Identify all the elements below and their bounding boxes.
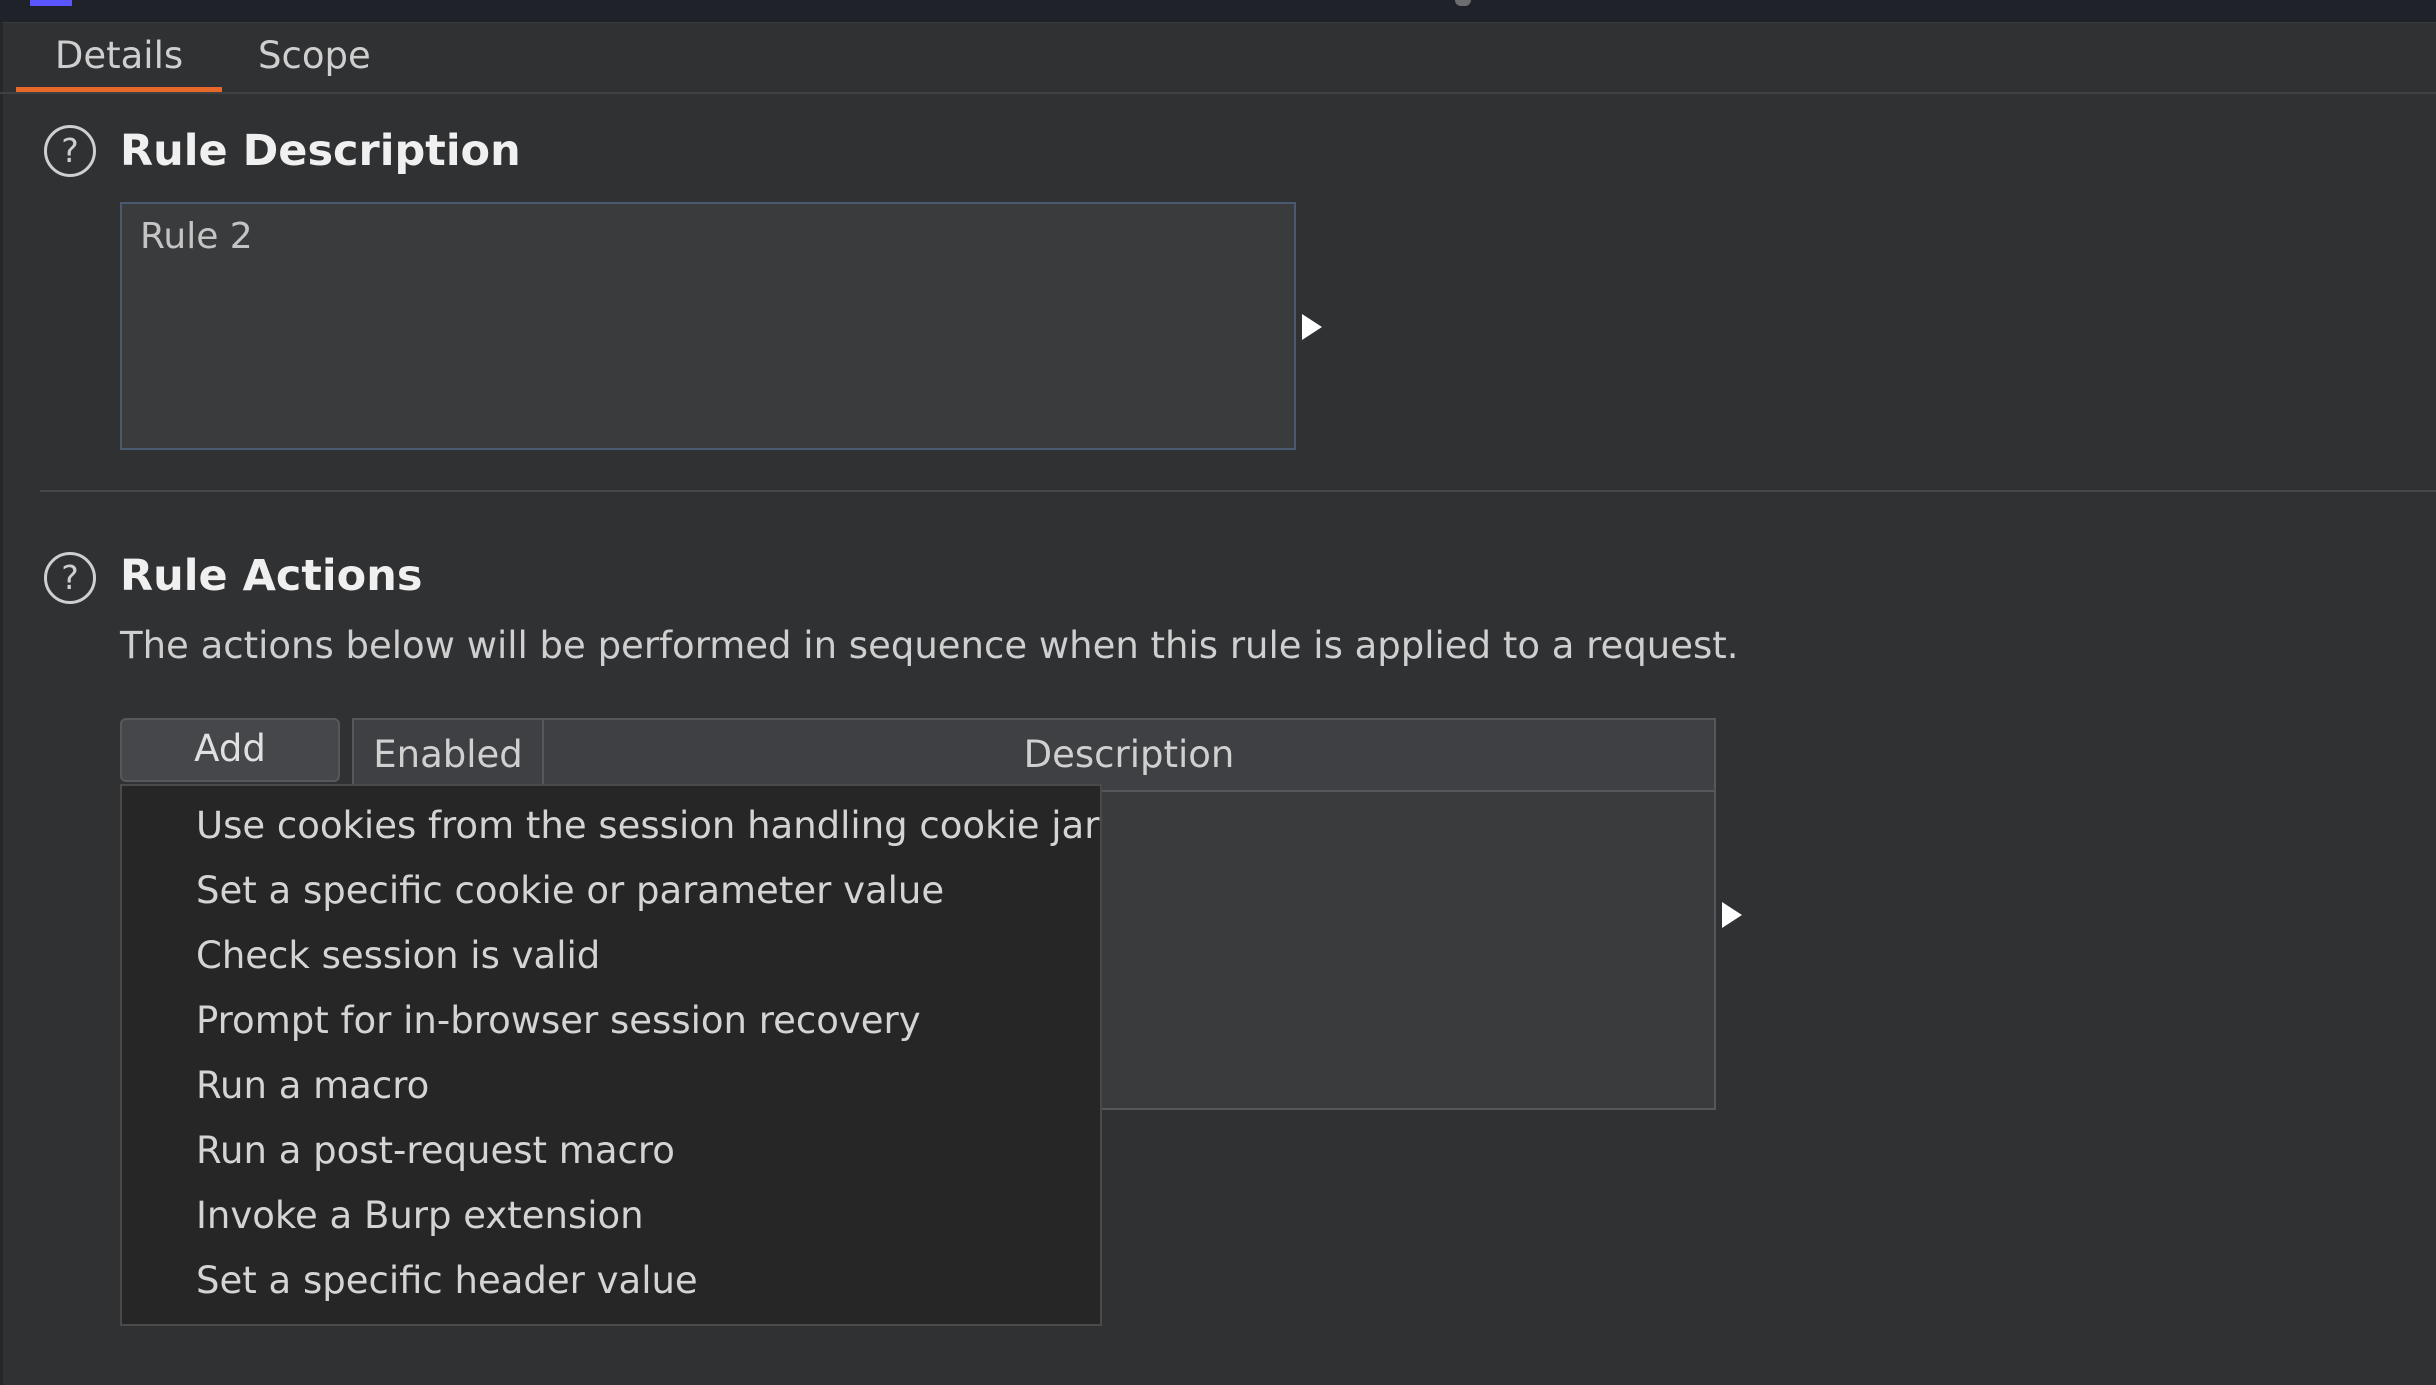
app-logo-icon [30,0,72,6]
tab-scope[interactable]: Scope [258,30,371,90]
add-action-menu: Use cookies from the session handling co… [120,784,1102,1326]
rule-description-value: Rule 2 [140,216,253,257]
menu-item-run-post-request-macro[interactable]: Run a post-request macro [196,1129,675,1172]
window-left-border [0,22,3,1385]
column-header-description[interactable]: Description [544,720,1714,790]
title-fragment [1455,0,1471,6]
rule-description-heading: Rule Description [120,126,521,176]
section-divider [40,490,2436,492]
menu-item-set-header[interactable]: Set a specific header value [196,1259,698,1302]
menu-item-invoke-extension[interactable]: Invoke a Burp extension [196,1194,644,1237]
tab-scope-label: Scope [258,34,371,77]
table-header: Enabled Description [354,720,1714,792]
expand-actions-arrow-icon[interactable] [1722,902,1742,928]
rule-actions-help-icon[interactable]: ? [44,552,96,604]
active-tab-indicator [16,87,222,92]
expand-description-arrow-icon[interactable] [1302,314,1322,340]
window-title-strip [0,0,2436,23]
rule-actions-heading: Rule Actions [120,551,423,601]
tab-details[interactable]: Details [16,30,222,92]
rule-description-input[interactable]: Rule 2 [120,202,1296,450]
tab-details-label: Details [54,34,184,77]
menu-item-prompt-recovery[interactable]: Prompt for in-browser session recovery [196,999,921,1042]
rule-actions-info-text: The actions below will be performed in s… [120,624,1739,667]
column-header-enabled[interactable]: Enabled [354,720,544,790]
rule-description-help-icon[interactable]: ? [44,125,96,177]
menu-item-use-cookies[interactable]: Use cookies from the session handling co… [196,804,1099,847]
tab-bar: Details Scope [0,22,2436,94]
menu-item-run-macro[interactable]: Run a macro [196,1064,429,1107]
menu-item-set-cookie-parameter[interactable]: Set a specific cookie or parameter value [196,869,944,912]
menu-item-check-session[interactable]: Check session is valid [196,934,600,977]
add-action-button[interactable]: Add [120,718,340,782]
session-rule-editor: Details Scope ? Rule Description Rule 2 … [0,0,2436,1385]
